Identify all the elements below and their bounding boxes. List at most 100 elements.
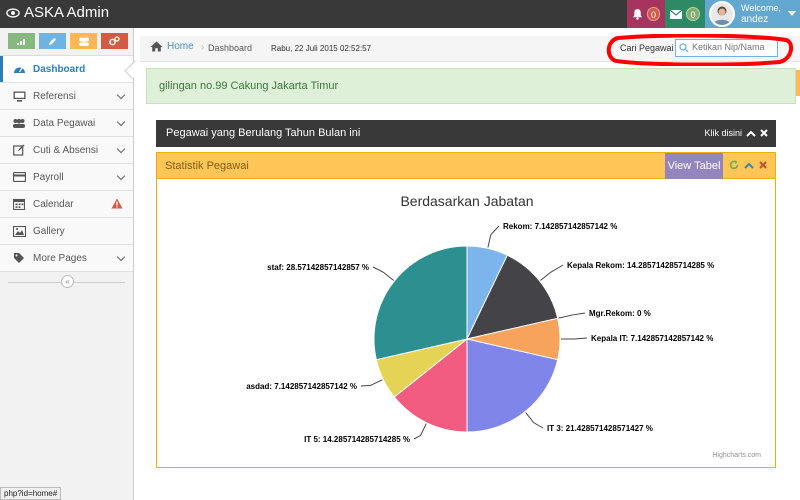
sidebar-item-label: Cuti & Absensi	[33, 144, 99, 156]
calendar-icon	[12, 197, 26, 211]
breadcrumb-home-link[interactable]: Home	[150, 41, 194, 52]
shortcut-pencil-button[interactable]	[39, 33, 66, 49]
pie-connector	[525, 412, 544, 429]
messages-badge: 0	[686, 7, 700, 21]
notifications-button[interactable]: 0	[627, 0, 665, 28]
sidebar-item-gallery[interactable]: Gallery	[0, 218, 133, 245]
widget-toolbar: Klik disini	[704, 128, 768, 138]
pie-data-label: IT 3: 21.428571428571427 %	[547, 424, 653, 433]
widget-title: Statistik Pegawai	[165, 160, 249, 172]
user-menu[interactable]: Welcome, andez	[705, 0, 800, 28]
sidebar-item-cuti-absensi[interactable]: Cuti & Absensi	[0, 137, 133, 164]
klik-disini-link[interactable]: Klik disini	[704, 128, 742, 138]
sidebar-item-label: Payroll	[33, 171, 64, 183]
pie-connector	[558, 312, 586, 319]
sidebar-item-dashboard[interactable]: Dashboard	[0, 56, 133, 83]
pie-data-label: asdad: 7.142857142857142 %	[246, 382, 357, 391]
chevron-down-icon	[116, 117, 126, 127]
sidebar-shortcuts	[0, 28, 133, 56]
browser-status-bar: php?id=home#	[0, 487, 62, 500]
eye-icon	[6, 7, 20, 18]
pie-data-label: IT 5: 14.285714285714285 %	[304, 435, 410, 444]
cogs-icon	[109, 36, 120, 46]
picture-icon	[12, 224, 26, 238]
pie-data-label: Rekom: 7.142857142857142 %	[503, 222, 617, 231]
shortcut-cogs-button[interactable]	[101, 33, 128, 49]
view-tabel-button[interactable]: View Tabel	[665, 153, 723, 179]
widget-toolbar	[729, 160, 767, 170]
dashboard-icon	[12, 62, 26, 76]
sidebar-item-calendar[interactable]: Calendar	[0, 191, 133, 218]
pie-connector	[360, 379, 383, 387]
sidebar-item-payroll[interactable]: Payroll	[0, 164, 133, 191]
refresh-icon[interactable]	[729, 160, 739, 170]
notifications-badge: 0	[646, 7, 660, 21]
username: andez	[741, 14, 769, 25]
birthday-widget-header: Pegawai yang Berulang Tahun Bulan ini Kl…	[156, 120, 776, 147]
pencil-icon	[48, 37, 57, 45]
chevron-up-icon[interactable]	[746, 130, 756, 137]
warning-icon	[111, 198, 123, 209]
sidebar-collapse: «	[0, 272, 133, 292]
close-icon[interactable]	[759, 161, 767, 169]
current-datetime: Rabu, 22 Juli 2015 02:52:57	[271, 44, 372, 53]
home-icon	[150, 41, 163, 52]
search-input[interactable]	[692, 42, 776, 52]
chevron-down-icon	[116, 144, 126, 154]
sidebar-item-label: Gallery	[33, 225, 65, 237]
envelope-icon	[670, 9, 683, 19]
chevron-down-icon	[116, 252, 126, 262]
sidebar-item-label: Data Pegawai	[33, 117, 96, 129]
bell-icon	[632, 8, 643, 20]
user-info: Welcome, andez	[741, 3, 781, 25]
tag-icon	[12, 251, 26, 265]
caret-down-icon	[788, 11, 796, 16]
pie-connector	[487, 225, 500, 248]
widget-title: Pegawai yang Berulang Tahun Bulan ini	[166, 127, 361, 139]
signal-icon	[16, 39, 25, 45]
sidebar-item-data-pegawai[interactable]: Data Pegawai	[0, 110, 133, 137]
breadcrumb-home-label: Home	[167, 41, 194, 52]
pie-connector	[413, 423, 427, 440]
search-label: Cari Pegawai	[620, 43, 674, 53]
pie-connector	[561, 337, 588, 340]
sidebar-item-label: Calendar	[33, 198, 74, 210]
pie-data-label: Kepala Rekom: 14.285714285714285 %	[567, 261, 714, 270]
chevron-up-icon[interactable]	[744, 162, 754, 169]
sidebar-collapse-button[interactable]: «	[61, 275, 74, 288]
sidebar-item-label: More Pages	[33, 252, 87, 264]
shortcut-users-button[interactable]	[70, 33, 97, 49]
sidebar: Dashboard Referensi Data Pegawai Cuti & …	[0, 28, 134, 500]
avatar	[709, 1, 735, 27]
breadcrumb-separator: ›	[201, 42, 205, 53]
search-icon	[679, 43, 689, 53]
chart-credits[interactable]: Highcharts.com	[712, 452, 761, 459]
breadcrumb: Home › Dashboard Rabu, 22 Juli 2015 02:5…	[140, 36, 800, 62]
chevron-down-icon	[116, 171, 126, 181]
messages-button[interactable]: 0	[665, 0, 705, 28]
desktop-icon	[12, 89, 26, 103]
chart-title: Berdasarkan Jabatan	[400, 193, 533, 209]
alert-success: gilingan no.99 Cakung Jakarta Timur	[146, 68, 796, 104]
brand-title: ASKA Admin	[24, 4, 110, 21]
pie-data-label: Mgr.Rekom: 0 %	[589, 309, 651, 318]
brand[interactable]: ASKA Admin	[6, 4, 109, 21]
shortcut-chart-button[interactable]	[8, 33, 35, 49]
search-box[interactable]	[675, 39, 778, 57]
close-icon[interactable]	[760, 129, 768, 137]
pie-connector	[372, 266, 394, 281]
sidebar-item-referensi[interactable]: Referensi	[0, 83, 133, 110]
edit-icon	[12, 143, 26, 157]
pie-connector	[540, 264, 564, 281]
top-navbar: ASKA Admin 0 0 Welcome, andez	[0, 0, 800, 28]
pie-chart: Berdasarkan Jabatan Rekom: 7.14285714285…	[246, 193, 714, 444]
welcome-text: Welcome,	[741, 3, 781, 13]
sidebar-item-label: Dashboard	[33, 63, 86, 75]
pie-slice-staf[interactable]	[373, 245, 468, 361]
group-icon	[78, 37, 89, 46]
breadcrumb-current: Dashboard	[208, 43, 253, 53]
sidebar-item-more-pages[interactable]: More Pages	[0, 245, 133, 272]
pie-data-label: staf: 28.57142857142857 %	[267, 263, 369, 272]
pie-data-label: Kepala IT: 7.142857142857142 %	[591, 334, 713, 343]
sidebar-item-label: Referensi	[33, 90, 76, 102]
